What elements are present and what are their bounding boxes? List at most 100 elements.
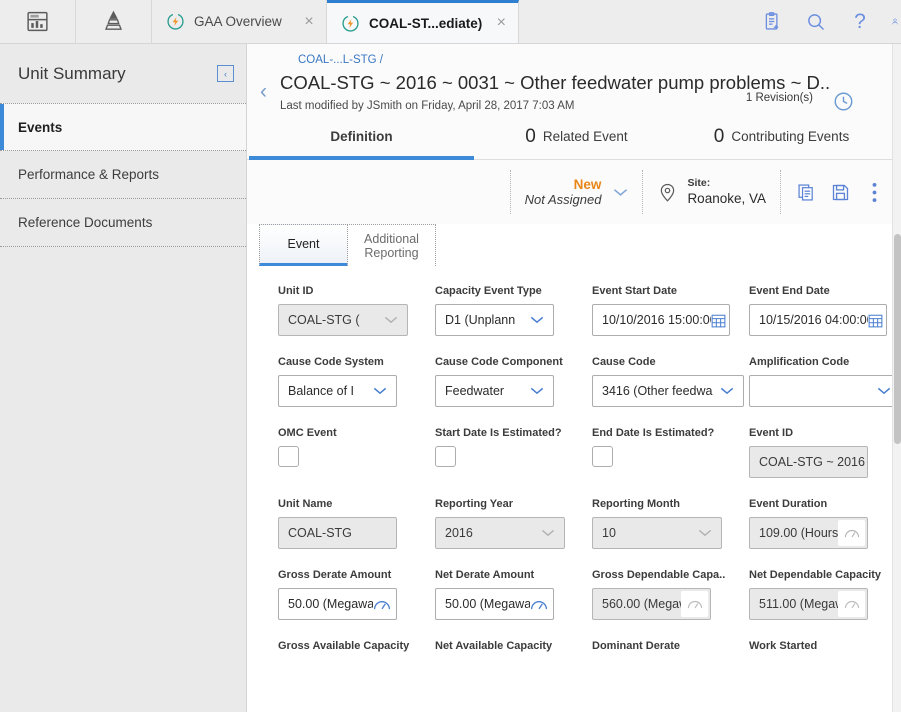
save-icon[interactable] bbox=[823, 182, 857, 203]
field-label: Start Date Is Estimated? bbox=[435, 427, 562, 439]
sidebar-item-performance-reports[interactable]: Performance & Reports bbox=[0, 151, 246, 199]
field-reporting-month: Reporting Month 10 bbox=[592, 497, 749, 549]
amplification-code-select[interactable] bbox=[749, 375, 901, 407]
field-label: Event Start Date bbox=[592, 285, 677, 297]
user-icon[interactable] bbox=[891, 9, 899, 35]
location-pin-icon bbox=[657, 182, 678, 203]
close-icon[interactable]: × bbox=[296, 9, 322, 35]
calendar-icon[interactable] bbox=[868, 313, 886, 328]
field-value: D1 (Unplann bbox=[445, 313, 516, 327]
capacity-event-type-select[interactable]: D1 (Unplann bbox=[435, 304, 554, 336]
field-omc-event: OMC Event bbox=[278, 426, 435, 478]
app-tab-gaa-overview[interactable]: GAA Overview × bbox=[152, 0, 327, 43]
copy-record-icon[interactable] bbox=[789, 182, 823, 203]
site-label: Site: bbox=[687, 177, 711, 189]
app-tab-label: COAL-ST...ediate) bbox=[369, 15, 483, 31]
field-gross-derate-amount: Gross Derate Amount 50.00 (Megawa bbox=[278, 568, 435, 620]
field-value: 2016 bbox=[445, 526, 473, 540]
gauge-icon bbox=[681, 591, 708, 617]
assignment-label: Not Assigned bbox=[524, 192, 602, 207]
gross-dependable-capacity-input: 560.00 (Megawatt bbox=[592, 588, 711, 620]
field-net-derate-amount: Net Derate Amount 50.00 (Megawa bbox=[435, 568, 592, 620]
field-event-end-date: Event End Date 10/15/2016 04:00:00 bbox=[749, 284, 901, 336]
tab-label: Contributing Events bbox=[731, 129, 850, 144]
search-icon[interactable] bbox=[803, 9, 829, 35]
field-value: COAL-STG bbox=[288, 526, 352, 540]
chevron-down-icon[interactable] bbox=[613, 185, 628, 200]
tab-count: 0 bbox=[713, 125, 725, 147]
form-row: Unit Name COAL-STG Reporting Year 2016 R… bbox=[247, 497, 901, 549]
omc-event-checkbox[interactable] bbox=[278, 446, 299, 467]
sub-tab-event[interactable]: Event bbox=[259, 224, 348, 266]
gross-derate-amount-input[interactable]: 50.00 (Megawa bbox=[278, 588, 397, 620]
field-event-id: Event ID COAL-STG ~ 2016 bbox=[749, 426, 901, 478]
field-net-available-capacity: Net Available Capacity bbox=[435, 639, 592, 659]
sidebar-collapse-button[interactable]: ‹ bbox=[217, 65, 234, 82]
app-tab-coal-stg[interactable]: COAL-ST...ediate) × bbox=[327, 0, 520, 43]
status-selector[interactable]: New Not Assigned bbox=[511, 170, 643, 214]
calendar-icon[interactable] bbox=[711, 313, 729, 328]
top-bar-actions: ? bbox=[759, 0, 901, 43]
field-label: Dominant Derate bbox=[592, 640, 681, 652]
cause-code-component-select[interactable]: Feedwater bbox=[435, 375, 554, 407]
hierarchy-pyramid-icon[interactable] bbox=[76, 0, 152, 43]
dashboard-icon[interactable] bbox=[0, 0, 76, 43]
sub-tab-additional-reporting[interactable]: Additional Reporting bbox=[347, 224, 436, 266]
cause-code-system-select[interactable]: Balance of I bbox=[278, 375, 397, 407]
application-window: GAA Overview × COAL-ST...ediate) × ? Uni… bbox=[0, 0, 901, 712]
field-cause-code-component: Cause Code Component Feedwater bbox=[435, 355, 592, 407]
sub-tab-label: Event bbox=[287, 237, 320, 251]
event-end-date-input[interactable]: 10/15/2016 04:00:00 bbox=[749, 304, 887, 336]
field-label: Reporting Year bbox=[435, 498, 514, 510]
field-gross-dependable-capacity: Gross Dependable Capa.. 560.00 (Megawatt bbox=[592, 568, 749, 620]
field-event-duration: Event Duration 109.00 (Hours) bbox=[749, 497, 901, 549]
chevron-down-icon bbox=[717, 384, 743, 398]
close-icon[interactable]: × bbox=[488, 10, 514, 36]
field-label: Work Started bbox=[749, 640, 818, 652]
chevron-down-icon bbox=[538, 526, 564, 540]
chevron-down-icon bbox=[370, 384, 396, 398]
sidebar-item-events[interactable]: Events bbox=[0, 103, 246, 151]
gauge-icon[interactable] bbox=[530, 598, 553, 611]
reporting-year-select: 2016 bbox=[435, 517, 565, 549]
field-cause-code: Cause Code 3416 (Other feedwa bbox=[592, 355, 749, 407]
record-header: COAL-...L-STG / ‹ COAL-STG ~ 2016 ~ 0031… bbox=[247, 44, 901, 114]
tab-related-event[interactable]: 0 Related Event bbox=[474, 114, 679, 159]
unit-id-select[interactable]: COAL-STG ( bbox=[278, 304, 408, 336]
start-date-estimated-checkbox[interactable] bbox=[435, 446, 456, 467]
tab-definition[interactable]: Definition bbox=[249, 114, 474, 160]
vertical-scrollbar[interactable] bbox=[892, 44, 901, 712]
new-record-icon[interactable] bbox=[759, 9, 785, 35]
field-value: 560.00 (Megawatt bbox=[602, 597, 681, 611]
app-tab-label: GAA Overview bbox=[194, 14, 282, 29]
back-navigation-icon[interactable]: ‹ bbox=[247, 70, 280, 104]
more-options-icon[interactable] bbox=[857, 182, 891, 203]
field-start-date-is-estimated: Start Date Is Estimated? bbox=[435, 426, 592, 478]
gauge-icon bbox=[838, 591, 865, 617]
field-label: Gross Derate Amount bbox=[278, 569, 392, 581]
help-icon[interactable]: ? bbox=[847, 9, 873, 35]
event-id-input: COAL-STG ~ 2016 bbox=[749, 446, 868, 478]
event-start-date-input[interactable]: 10/10/2016 15:00:00 bbox=[592, 304, 730, 336]
gauge-icon[interactable] bbox=[373, 598, 396, 611]
field-value: 10/10/2016 15:00:00 bbox=[602, 313, 711, 327]
tab-contributing-events[interactable]: 0 Contributing Events bbox=[679, 114, 884, 159]
field-label: Event Duration bbox=[749, 498, 828, 510]
sidebar-header: Unit Summary ‹ bbox=[0, 44, 246, 103]
field-label: Net Dependable Capacity bbox=[749, 569, 882, 581]
browser-tab-strip: GAA Overview × COAL-ST...ediate) × bbox=[152, 0, 520, 43]
field-end-date-is-estimated: End Date Is Estimated? bbox=[592, 426, 749, 478]
field-label: Gross Dependable Capa.. bbox=[592, 569, 726, 581]
tab-count: 0 bbox=[525, 125, 536, 147]
field-gross-available-capacity: Gross Available Capacity bbox=[278, 639, 435, 659]
end-date-estimated-checkbox[interactable] bbox=[592, 446, 613, 467]
field-capacity-event-type: Capacity Event Type D1 (Unplann bbox=[435, 284, 592, 336]
sidebar-item-reference-documents[interactable]: Reference Documents bbox=[0, 199, 246, 247]
field-label: Capacity Event Type bbox=[435, 285, 542, 297]
scrollbar-thumb[interactable] bbox=[894, 234, 901, 444]
unit-name-input: COAL-STG bbox=[278, 517, 397, 549]
net-derate-amount-input[interactable]: 50.00 (Megawa bbox=[435, 588, 554, 620]
field-value: Feedwater bbox=[445, 384, 505, 398]
cause-code-select[interactable]: 3416 (Other feedwa bbox=[592, 375, 744, 407]
breadcrumb[interactable]: COAL-...L-STG / bbox=[247, 52, 901, 68]
